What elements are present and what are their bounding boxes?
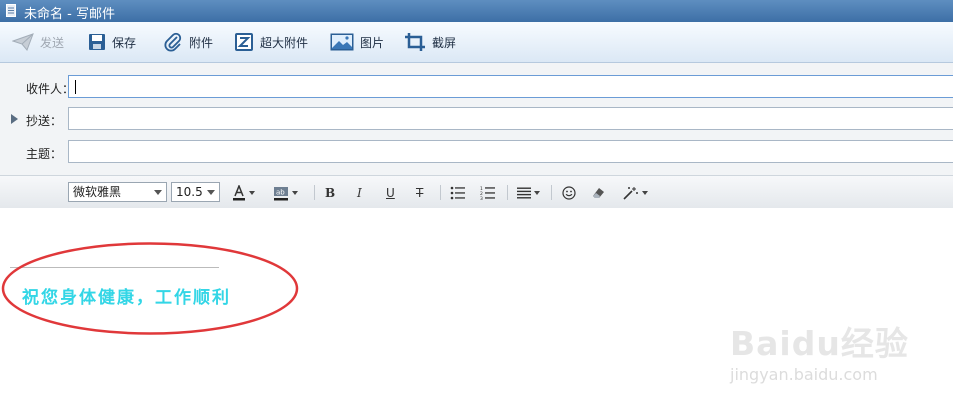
watermark-logo: Baidu经验 [730, 324, 909, 363]
document-icon [6, 4, 16, 17]
italic-button[interactable]: I [357, 185, 362, 201]
chevron-down-icon [154, 190, 162, 195]
annotation-ellipse [1, 242, 299, 335]
font-color-icon [233, 185, 245, 201]
bullet-list-button[interactable] [450, 185, 466, 201]
attach-button[interactable]: 附件 [163, 30, 213, 54]
subject-field[interactable] [68, 140, 953, 163]
svg-text:3: 3 [480, 196, 483, 200]
format-painter-button[interactable] [591, 185, 605, 201]
strikethrough-button[interactable]: T [416, 185, 423, 201]
paperclip-icon [164, 32, 182, 52]
numbered-list-button[interactable]: 1 2 3 [480, 185, 496, 201]
attach-label: 附件 [189, 35, 214, 50]
align-button[interactable] [517, 185, 540, 201]
font-family-select[interactable]: 微软雅黑 [68, 182, 167, 202]
to-label: 收件人： [26, 82, 75, 96]
save-label: 保存 [112, 35, 137, 50]
strikethrough-icon: T [416, 186, 424, 200]
separator [507, 185, 508, 200]
format-toolbar: 微软雅黑 10.5 ab B I U T 1 2 3 [0, 175, 953, 209]
cc-field[interactable] [68, 107, 953, 130]
floppy-disk-icon [89, 34, 105, 50]
eraser-icon [593, 188, 604, 198]
send-icon [12, 33, 34, 51]
italic-icon: I [357, 186, 362, 200]
underline-icon: U [386, 186, 395, 200]
font-size-value: 10.5 [176, 185, 203, 199]
expand-cc-icon[interactable] [11, 114, 18, 124]
window-titlebar: 未命名 - 写邮件 [0, 0, 953, 22]
underline-button[interactable]: U [386, 185, 395, 201]
chevron-down-icon [292, 191, 298, 195]
window-title: 未命名 - 写邮件 [24, 7, 115, 22]
subject-label: 主题： [26, 147, 63, 161]
chevron-down-icon [534, 191, 540, 195]
highlight-icon: ab [274, 187, 288, 201]
font-color-button[interactable] [232, 185, 255, 201]
image-button[interactable]: 图片 [330, 30, 384, 54]
save-button[interactable]: 保存 [88, 30, 136, 54]
smiley-icon [562, 186, 576, 200]
compose-header: 收件人： 抄送： 主题： [0, 63, 953, 175]
separator [551, 185, 552, 200]
numbered-list-icon: 1 2 3 [480, 186, 495, 200]
crop-icon [405, 33, 425, 51]
separator [314, 185, 315, 200]
magic-wand-button[interactable] [623, 185, 648, 201]
font-family-value: 微软雅黑 [73, 185, 122, 199]
image-label: 图片 [360, 35, 385, 50]
font-size-select[interactable]: 10.5 [171, 182, 220, 202]
chevron-down-icon [207, 190, 215, 195]
magic-wand-icon [623, 187, 638, 200]
highlight-color-button[interactable]: ab [273, 185, 298, 201]
separator [440, 185, 441, 200]
watermark-url: jingyan.baidu.com [730, 365, 878, 384]
cc-label: 抄送： [26, 114, 63, 128]
big-attach-label: 超大附件 [260, 35, 309, 50]
baidu-watermark: Baidu经验 jingyan.baidu.com [730, 317, 909, 384]
bullet-list-icon [450, 186, 465, 200]
bold-button[interactable]: B [325, 185, 335, 201]
align-justify-icon [517, 187, 531, 199]
compose-toolbar: 发送 保存 附件 超大附件 图片 截屏 [0, 22, 953, 63]
image-icon [330, 33, 354, 51]
send-label: 发送 [40, 35, 65, 50]
emoji-button[interactable] [562, 185, 576, 201]
screenshot-button[interactable]: 截屏 [404, 30, 456, 54]
send-button[interactable]: 发送 [12, 30, 64, 54]
chevron-down-icon [642, 191, 648, 195]
to-field[interactable] [68, 75, 953, 98]
screenshot-label: 截屏 [432, 35, 457, 50]
big-attach-button[interactable]: 超大附件 [234, 30, 308, 54]
big-attachment-icon [235, 33, 253, 51]
chevron-down-icon [249, 191, 255, 195]
bold-icon: B [325, 186, 336, 200]
svg-text:ab: ab [276, 189, 285, 197]
text-caret [75, 80, 76, 94]
